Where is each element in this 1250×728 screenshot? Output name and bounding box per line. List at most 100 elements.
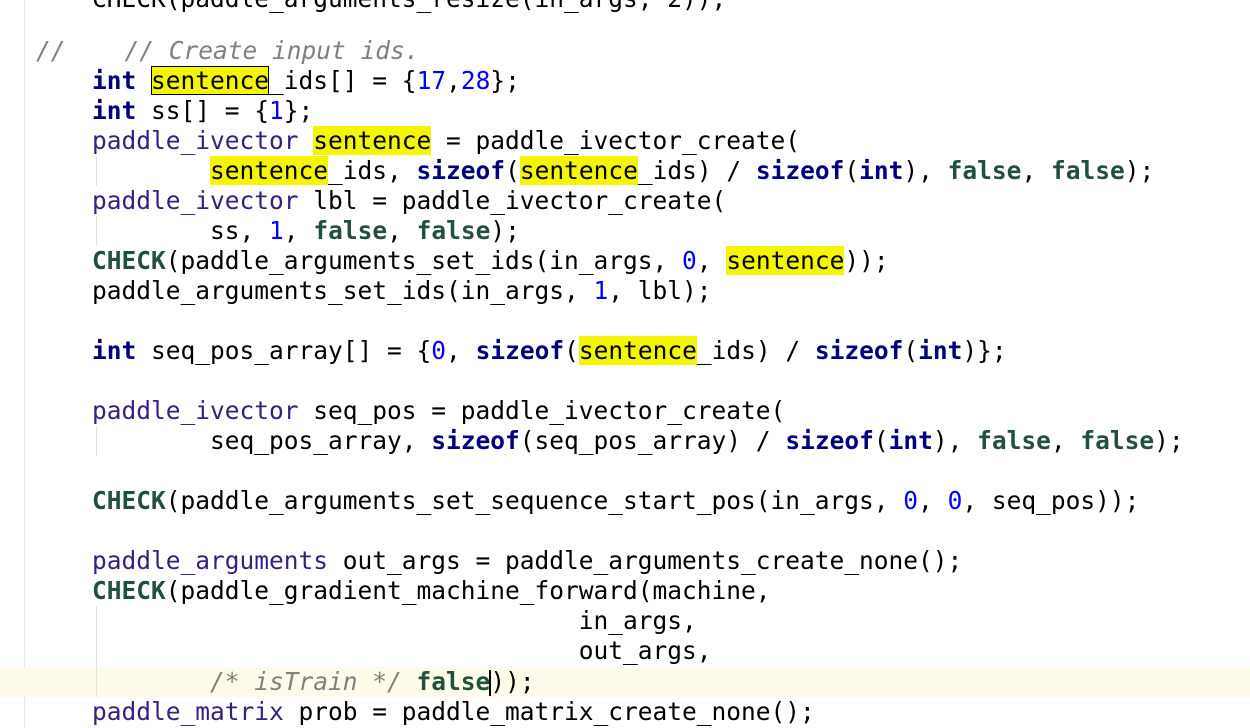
code-text: _ids) / <box>637 156 756 185</box>
code-text: , seq_pos)); <box>962 486 1140 515</box>
code-text: , <box>1021 156 1051 185</box>
number-literal: 28 <box>460 66 491 95</box>
keyword: int <box>888 426 933 455</box>
code-text: = paddle_ivector_create( <box>431 126 801 155</box>
keyword: sizeof <box>785 426 874 455</box>
code-text: ss, <box>210 216 270 245</box>
code-text: ), <box>932 426 978 455</box>
code-line-8[interactable]: CHECK(paddle_arguments_set_ids(in_args, … <box>92 246 889 276</box>
code-line-15[interactable]: CHECK(paddle_gradient_machine_forward(ma… <box>92 576 771 606</box>
number-literal: 1 <box>269 216 284 245</box>
comment: // Create input ids. <box>124 36 420 65</box>
gutter-divider <box>24 0 25 728</box>
number-literal: 0 <box>431 336 447 365</box>
code-line-19[interactable]: paddle_matrix prob = paddle_matrix_creat… <box>92 697 815 727</box>
code-line-5[interactable]: sentence_ids, sizeof(sentence_ids) / siz… <box>92 156 1154 186</box>
code-line-12[interactable]: seq_pos_array, sizeof(seq_pos_array) / s… <box>92 426 1184 456</box>
code-line-13[interactable]: CHECK(paddle_arguments_set_sequence_star… <box>92 486 1139 516</box>
boolean-literal: false <box>977 426 1051 455</box>
code-text: ); <box>1124 156 1155 185</box>
number-literal: 0 <box>947 486 963 515</box>
comment: /* isTrain */ <box>210 667 402 696</box>
keyword: int <box>92 66 137 95</box>
code-text: , <box>446 66 461 95</box>
code-text: , <box>283 216 314 245</box>
code-text: (paddle_gradient_machine_forward(machine… <box>165 576 771 605</box>
code-text: , <box>387 216 417 245</box>
code-text: _ids) / <box>696 336 815 365</box>
type-name: paddle_arguments <box>92 546 329 575</box>
code-text: ); <box>1154 426 1184 455</box>
boolean-literal: false <box>1050 156 1125 185</box>
code-text: )}; <box>962 336 1007 365</box>
code-text: ( <box>564 336 579 365</box>
code-line-18[interactable]: /* isTrain */ false)); <box>92 667 535 697</box>
code-text: seq_pos_array[] = { <box>136 336 432 365</box>
code-text: seq_pos_array, <box>210 426 432 455</box>
code-text: ( <box>903 336 919 365</box>
highlight-occurrence: sentence <box>519 156 638 185</box>
number-literal: 1 <box>593 276 609 305</box>
keyword: sizeof <box>431 426 520 455</box>
code-text: seq_pos = paddle_ivector_create( <box>298 396 786 425</box>
code-text: )); <box>844 246 889 275</box>
code-text: ), <box>903 156 948 185</box>
boolean-literal: false <box>416 667 491 696</box>
code-text: paddle_arguments_set_ids(in_args, <box>92 276 594 305</box>
code-line-11[interactable]: paddle_ivector seq_pos = paddle_ivector_… <box>92 396 785 426</box>
code-line-7[interactable]: ss, 1, false, false); <box>92 216 520 246</box>
highlight-occurrence: sentence <box>578 336 697 365</box>
number-literal: 0 <box>682 246 697 275</box>
keyword: sizeof <box>416 156 506 185</box>
code-line-1[interactable]: // // Create input ids. <box>36 36 420 66</box>
code-text: out_args = paddle_arguments_create_none(… <box>328 546 963 575</box>
code-text: ); <box>490 216 520 245</box>
number-literal: 0 <box>903 486 919 515</box>
boolean-literal: false <box>1080 426 1155 455</box>
code-text: ( <box>873 426 889 455</box>
code-line-partial[interactable]: CHECK(paddle_arguments_resize(in_args, 2… <box>92 0 726 14</box>
highlight-occurrence: sentence <box>313 126 432 155</box>
code-line-16[interactable]: in_args, <box>92 606 697 636</box>
code-text: (paddle_arguments_set_sequence_start_pos… <box>165 486 904 515</box>
code-text: }; <box>283 96 314 125</box>
code-line-9[interactable]: paddle_arguments_set_ids(in_args, 1, lbl… <box>92 276 712 306</box>
code-line-6[interactable]: paddle_ivector lbl = paddle_ivector_crea… <box>92 186 726 216</box>
code-line-4[interactable]: paddle_ivector sentence = paddle_ivector… <box>92 126 800 156</box>
boolean-literal: false <box>947 156 1022 185</box>
type-name: paddle_ivector <box>92 126 299 155</box>
code-text: _ids, <box>328 156 417 185</box>
code-text: )); <box>490 667 535 696</box>
keyword: sizeof <box>814 336 904 365</box>
code-line-17[interactable]: out_args, <box>92 636 712 666</box>
code-text: ss[] = { <box>136 96 270 125</box>
keyword: int <box>859 156 904 185</box>
keyword: int <box>92 336 137 365</box>
code-editor[interactable]: CHECK(paddle_arguments_resize(in_args, 2… <box>0 0 1250 728</box>
boolean-literal: false <box>313 216 388 245</box>
code-line-14[interactable]: paddle_arguments out_args = paddle_argum… <box>92 546 962 576</box>
code-line-2[interactable]: int sentence_ids[] = {17,28}; <box>92 66 520 96</box>
number-literal: 1 <box>269 96 284 125</box>
macro-name: CHECK <box>92 486 166 515</box>
code-text: , <box>446 336 476 365</box>
code-text: , lbl); <box>608 276 712 305</box>
keyword: int <box>92 96 137 125</box>
code-text: (seq_pos_array) / <box>519 426 786 455</box>
keyword: sizeof <box>755 156 845 185</box>
highlight-occurrence: sentence <box>726 246 845 275</box>
code-text: }; <box>490 66 520 95</box>
macro-name: CHECK <box>92 246 166 275</box>
highlight-occurrence: sentence <box>210 156 329 185</box>
code-line-3[interactable]: int ss[] = {1}; <box>92 96 313 126</box>
keyword: int <box>918 336 963 365</box>
code-line-10[interactable]: int seq_pos_array[] = {0, sizeof(sentenc… <box>92 336 1007 366</box>
type-name: paddle_ivector <box>92 186 299 215</box>
number-literal: 17 <box>416 66 447 95</box>
